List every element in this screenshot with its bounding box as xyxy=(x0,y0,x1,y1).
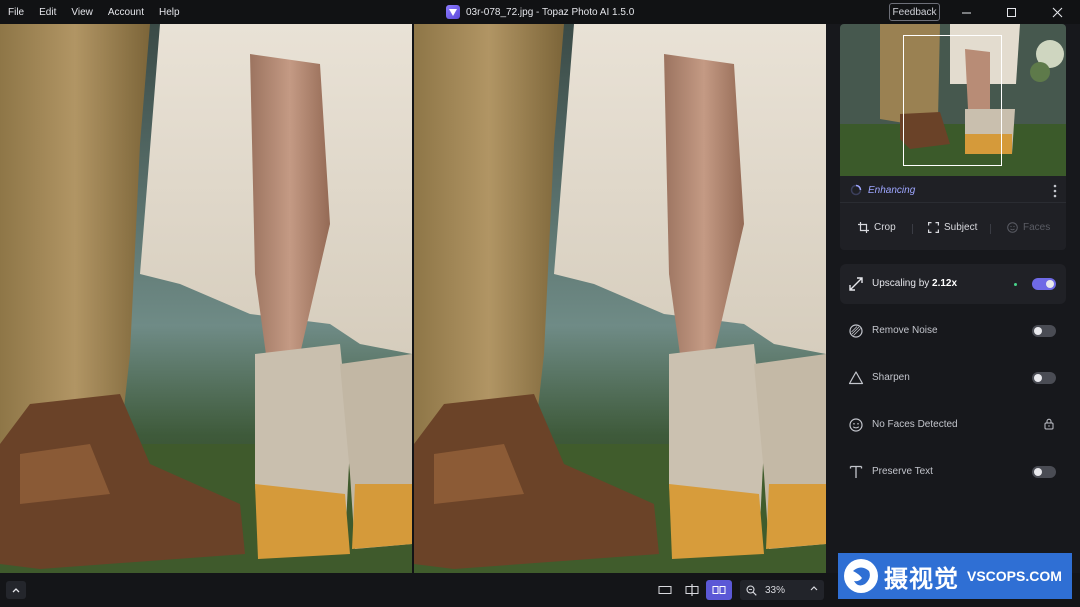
crop-icon xyxy=(858,222,869,233)
single-view-button[interactable] xyxy=(652,580,678,600)
preserve-text-label: Preserve Text xyxy=(872,466,933,477)
menu-edit[interactable]: Edit xyxy=(39,7,56,18)
upscale-value: 2.12x xyxy=(932,278,958,289)
remove-noise-toggle[interactable] xyxy=(1032,325,1056,337)
faces-label: Faces xyxy=(1023,222,1051,233)
watermark-text-en: VSCOPS.COM xyxy=(967,568,1062,584)
upscale-toggle[interactable] xyxy=(1032,278,1056,290)
minimize-icon xyxy=(961,12,971,13)
kebab-menu-icon xyxy=(1053,184,1057,198)
subject-label: Subject xyxy=(944,222,978,233)
upscale-label: Upscaling by 2.12x xyxy=(872,278,957,289)
close-icon xyxy=(1052,7,1062,17)
remove-noise-label: Remove Noise xyxy=(872,325,938,336)
menu-view[interactable]: View xyxy=(71,7,93,18)
image-viewer[interactable] xyxy=(0,24,826,573)
no-faces-label: No Faces Detected xyxy=(872,419,958,430)
face-recovery-row: No Faces Detected xyxy=(840,405,1066,445)
enhanced-photo xyxy=(414,24,826,573)
tool-separator xyxy=(990,224,991,234)
navigator-card: Enhancing Crop Subject Faces xyxy=(840,24,1066,250)
crop-button[interactable]: Crop xyxy=(858,222,896,233)
expand-arrow-icon xyxy=(849,277,863,291)
original-image-pane[interactable] xyxy=(0,24,412,573)
window-title: 03r-078_72.jpg - Topaz Photo AI 1.5.0 xyxy=(446,4,634,20)
close-button[interactable] xyxy=(1034,0,1080,24)
minimize-button[interactable] xyxy=(943,0,989,24)
menu-help[interactable]: Help xyxy=(159,7,180,18)
menu-account[interactable]: Account xyxy=(108,7,144,18)
subject-select-icon xyxy=(928,222,939,233)
feedback-button[interactable]: Feedback xyxy=(889,3,940,21)
toggle-knob xyxy=(1034,468,1042,476)
faces-button[interactable]: Faces xyxy=(1007,222,1050,233)
side-by-side-view-button[interactable] xyxy=(706,580,732,600)
text-icon xyxy=(849,465,863,478)
lock-icon xyxy=(1044,418,1054,430)
menu-file[interactable]: File xyxy=(8,7,24,18)
preserve-text-toggle[interactable] xyxy=(1032,466,1056,478)
sharpen-label: Sharpen xyxy=(872,372,910,383)
triangle-icon xyxy=(848,371,864,385)
chevron-up-icon xyxy=(12,588,20,593)
split-view-icon xyxy=(685,584,699,596)
enhanced-image-pane[interactable] xyxy=(414,24,826,573)
maximize-icon xyxy=(1006,7,1016,17)
sharpen-toggle[interactable] xyxy=(1032,372,1056,384)
zoom-icon xyxy=(746,584,757,596)
split-view-button[interactable] xyxy=(679,580,705,600)
expand-panel-button[interactable] xyxy=(6,581,26,599)
upscale-prefix: Upscaling by xyxy=(872,278,933,289)
upscale-status-dot xyxy=(1014,283,1017,286)
zoom-level: 33% xyxy=(765,584,786,596)
original-photo xyxy=(0,24,412,573)
side-by-side-view-icon xyxy=(712,586,726,594)
navigator-separator xyxy=(840,202,1066,203)
watermark-logo-icon xyxy=(844,559,878,593)
face-icon xyxy=(1007,222,1018,233)
face-icon xyxy=(849,418,863,432)
processing-status: Enhancing xyxy=(850,184,915,196)
topaz-logo-icon xyxy=(446,5,460,19)
sharpen-row[interactable]: Sharpen xyxy=(840,358,1066,398)
more-options-button[interactable] xyxy=(1053,184,1057,203)
crop-label: Crop xyxy=(874,222,896,233)
preserve-text-row[interactable]: Preserve Text xyxy=(840,452,1066,492)
window-title-text: 03r-078_72.jpg - Topaz Photo AI 1.5.0 xyxy=(466,6,635,18)
toggle-knob xyxy=(1034,374,1042,382)
selection-tools: Crop Subject Faces xyxy=(840,214,1066,244)
menu-bar: File Edit View Account Help xyxy=(0,0,195,24)
zoom-control[interactable]: 33% xyxy=(740,580,824,600)
chevron-up-icon xyxy=(810,586,818,591)
maximize-button[interactable] xyxy=(988,0,1034,24)
enhancement-panel: Enhancing Crop Subject Faces Upscaling b… xyxy=(826,24,1080,573)
upscale-row[interactable]: Upscaling by 2.12x xyxy=(840,264,1066,304)
thumbnail-photo xyxy=(840,24,1066,176)
processing-status-label: Enhancing xyxy=(868,184,916,196)
title-bar: File Edit View Account Help 03r-078_72.j… xyxy=(0,0,1080,24)
subject-button[interactable]: Subject xyxy=(928,222,977,233)
navigator-thumbnail[interactable] xyxy=(840,24,1066,176)
remove-noise-row[interactable]: Remove Noise xyxy=(840,311,1066,351)
toggle-knob xyxy=(1034,327,1042,335)
toggle-knob xyxy=(1046,280,1054,288)
noise-icon xyxy=(849,324,863,338)
tool-separator xyxy=(912,224,913,234)
spinner-icon xyxy=(850,184,862,196)
watermark-banner: 摄视觉 VSCOPS.COM xyxy=(838,553,1072,599)
single-view-icon xyxy=(658,586,672,594)
watermark-text-cn: 摄视觉 xyxy=(884,565,959,593)
